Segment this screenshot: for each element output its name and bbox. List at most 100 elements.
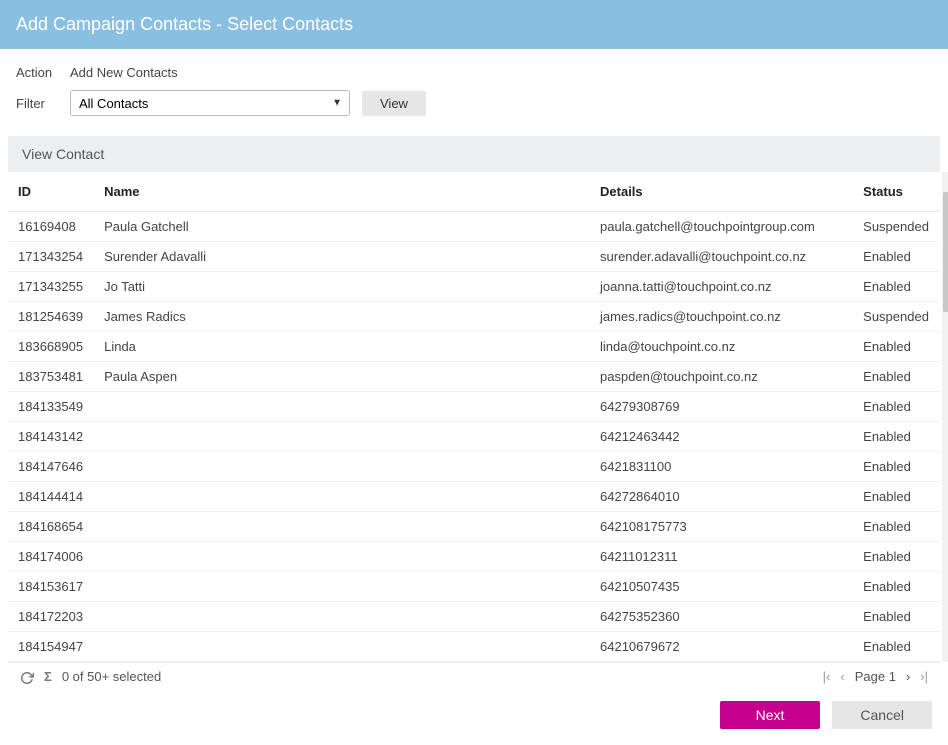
page-label: Page 1 <box>855 669 896 684</box>
cell-details: paula.gatchell@touchpointgroup.com <box>590 212 853 242</box>
cell-details: james.radics@touchpoint.co.nz <box>590 302 853 332</box>
cell-id: 183668905 <box>8 332 94 362</box>
next-button[interactable]: Next <box>720 701 821 729</box>
cell-name <box>94 422 590 452</box>
cell-name <box>94 572 590 602</box>
cell-status: Suspended <box>853 302 940 332</box>
cell-status: Suspended <box>853 212 940 242</box>
table-row[interactable]: 16169408Paula Gatchellpaula.gatchell@tou… <box>8 212 940 242</box>
contacts-table: ID Name Details Status 16169408Paula Gat… <box>8 172 940 662</box>
table-row[interactable]: 184168654 642108175773Enabled <box>8 512 940 542</box>
cell-id: 171343255 <box>8 272 94 302</box>
table-row[interactable]: 184172203 64275352360Enabled <box>8 602 940 632</box>
col-header-name[interactable]: Name <box>94 172 590 212</box>
col-header-status[interactable]: Status <box>853 172 940 212</box>
cell-details: paspden@touchpoint.co.nz <box>590 362 853 392</box>
action-row: Action Add New Contacts <box>16 65 932 80</box>
dialog-title-text: Add Campaign Contacts - Select Contacts <box>16 14 353 34</box>
table-row[interactable]: 184154947 64210679672Enabled <box>8 632 940 662</box>
cell-id: 184168654 <box>8 512 94 542</box>
cell-status: Enabled <box>853 512 940 542</box>
cell-status: Enabled <box>853 572 940 602</box>
controls-area: Action Add New Contacts Filter All Conta… <box>0 49 948 136</box>
footer-left: Σ 0 of 50+ selected <box>20 669 161 685</box>
cell-status: Enabled <box>853 332 940 362</box>
cell-name <box>94 542 590 572</box>
table-row[interactable]: 18413354964279308769Enabled <box>8 392 940 422</box>
cell-details: 64210679672 <box>590 632 853 662</box>
view-button[interactable]: View <box>362 91 426 116</box>
cell-name <box>94 602 590 632</box>
cell-status: Enabled <box>853 482 940 512</box>
table-row[interactable]: 181254639James Radicsjames.radics@touchp… <box>8 302 940 332</box>
table-row[interactable]: 184153617 64210507435Enabled <box>8 572 940 602</box>
filter-label: Filter <box>16 96 58 111</box>
cell-details: 64272864010 <box>590 482 853 512</box>
cell-name <box>94 482 590 512</box>
cell-details: 642108175773 <box>590 512 853 542</box>
cell-status: Enabled <box>853 272 940 302</box>
col-header-details[interactable]: Details <box>590 172 853 212</box>
vertical-scrollbar[interactable] <box>942 172 948 662</box>
cell-details: 64210507435 <box>590 572 853 602</box>
table-row[interactable]: 183668905Lindalinda@touchpoint.co.nzEnab… <box>8 332 940 362</box>
cell-details: 64211012311 <box>590 542 853 572</box>
table-row[interactable]: 171343255Jo Tattijoanna.tatti@touchpoint… <box>8 272 940 302</box>
footer-right: |‹ ‹ Page 1 › ›| <box>823 669 928 684</box>
filter-select[interactable]: All Contacts <box>70 90 350 116</box>
table-row[interactable]: 18414441464272864010Enabled <box>8 482 940 512</box>
cell-id: 171343254 <box>8 242 94 272</box>
cell-details: 64275352360 <box>590 602 853 632</box>
refresh-icon[interactable] <box>20 669 34 685</box>
col-header-id[interactable]: ID <box>8 172 94 212</box>
cell-id: 181254639 <box>8 302 94 332</box>
cell-id: 184143142 <box>8 422 94 452</box>
cell-name: Surender Adavalli <box>94 242 590 272</box>
table-row[interactable]: 183753481Paula Aspenpaspden@touchpoint.c… <box>8 362 940 392</box>
first-page-icon[interactable]: |‹ <box>823 669 831 684</box>
sigma-icon[interactable]: Σ <box>44 669 52 684</box>
table-footer: Σ 0 of 50+ selected |‹ ‹ Page 1 › ›| <box>8 662 940 691</box>
dialog-title: Add Campaign Contacts - Select Contacts <box>0 0 948 49</box>
cell-name: Paula Gatchell <box>94 212 590 242</box>
cell-id: 184153617 <box>8 572 94 602</box>
table-row[interactable]: 171343254Surender Adavallisurender.adava… <box>8 242 940 272</box>
cell-details: 6421831100 <box>590 452 853 482</box>
table-row[interactable]: 184143142 64212463442Enabled <box>8 422 940 452</box>
cell-status: Enabled <box>853 602 940 632</box>
table-header-row: ID Name Details Status <box>8 172 940 212</box>
cell-name <box>94 512 590 542</box>
cell-id: 184154947 <box>8 632 94 662</box>
cell-name <box>94 452 590 482</box>
selected-count-text: 0 of 50+ selected <box>62 669 161 684</box>
cell-details: 64212463442 <box>590 422 853 452</box>
cell-status: Enabled <box>853 542 940 572</box>
table-row[interactable]: 184147646 6421831100Enabled <box>8 452 940 482</box>
next-page-icon[interactable]: › <box>906 669 910 684</box>
cell-status: Enabled <box>853 422 940 452</box>
cell-id: 184172203 <box>8 602 94 632</box>
scrollbar-thumb[interactable] <box>943 192 948 312</box>
cell-details: linda@touchpoint.co.nz <box>590 332 853 362</box>
cell-details: joanna.tatti@touchpoint.co.nz <box>590 272 853 302</box>
filter-row: Filter All Contacts ▼ View <box>16 90 932 116</box>
cancel-button[interactable]: Cancel <box>832 701 932 729</box>
cell-id: 184174006 <box>8 542 94 572</box>
cell-status: Enabled <box>853 632 940 662</box>
cell-name <box>94 392 590 422</box>
cell-name: Linda <box>94 332 590 362</box>
cell-details: surender.adavalli@touchpoint.co.nz <box>590 242 853 272</box>
cell-details: 64279308769 <box>590 392 853 422</box>
table-row[interactable]: 184174006 64211012311Enabled <box>8 542 940 572</box>
cell-status: Enabled <box>853 362 940 392</box>
add-new-contacts-link[interactable]: Add New Contacts <box>70 65 178 80</box>
cell-name: Paula Aspen <box>94 362 590 392</box>
filter-select-wrapper: All Contacts ▼ <box>70 90 350 116</box>
cell-id: 184147646 <box>8 452 94 482</box>
cell-name <box>94 632 590 662</box>
last-page-icon[interactable]: ›| <box>920 669 928 684</box>
cell-id: 16169408 <box>8 212 94 242</box>
cell-status: Enabled <box>853 452 940 482</box>
cell-id: 184133549 <box>8 392 94 422</box>
prev-page-icon[interactable]: ‹ <box>840 669 844 684</box>
